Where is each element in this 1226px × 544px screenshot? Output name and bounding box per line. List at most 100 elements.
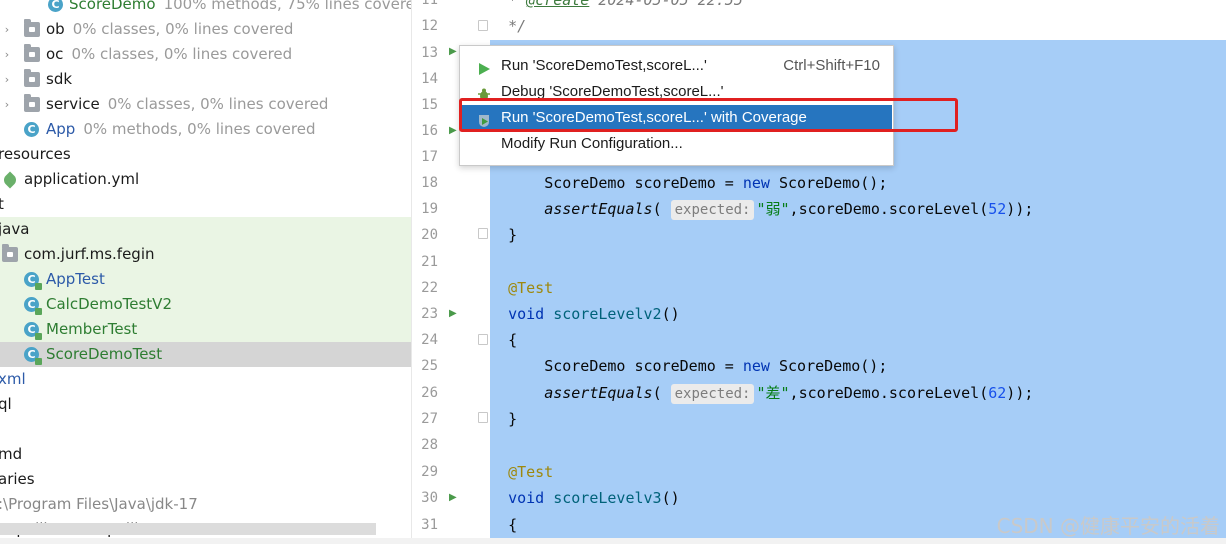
annotation-token: @Test: [508, 279, 554, 297]
tree-item-label: :\Program Files\Java\jdk-17: [0, 495, 198, 513]
comment-end: */: [508, 17, 527, 35]
line-number: 28: [421, 437, 438, 453]
method-name-token: scoreLevelv2: [553, 305, 662, 323]
coverage-text: 0% classes, 0% lines covered: [72, 20, 294, 38]
chevron-right-icon[interactable]: ›: [2, 67, 12, 92]
tree-item-label: java: [0, 220, 30, 238]
code-token: }: [508, 226, 518, 244]
line-number: 22: [421, 280, 438, 296]
line-number: 11: [421, 0, 438, 8]
tree-item-label: application.yml: [24, 170, 140, 188]
string-token: "差": [756, 384, 790, 402]
line-number: 30: [421, 490, 438, 506]
tree-item-t[interactable]: t: [0, 192, 411, 217]
menu-item-run[interactable]: Run 'ScoreDemoTest,scoreL...' Ctrl+Shift…: [461, 53, 892, 79]
tree-item-libraries[interactable]: aries: [0, 467, 411, 492]
run-gutter-icon[interactable]: [447, 307, 461, 321]
tree-item-resources[interactable]: resources: [0, 142, 411, 167]
tree-item-label: t: [0, 192, 4, 217]
code-token: {: [508, 331, 518, 349]
tree-item-scoredemo[interactable]: C ScoreDemo 100% methods, 75% lines cover…: [0, 0, 411, 17]
menu-item-modify-run-config[interactable]: Modify Run Configuration...: [461, 131, 892, 157]
parameter-hint: expected:: [670, 384, 755, 404]
code-line-11: * @create 2024-05-05 22:55: [490, 0, 743, 13]
code-line-27: }: [490, 406, 517, 432]
fold-marker-icon[interactable]: [478, 228, 488, 239]
tree-item-label: MemberTest: [46, 320, 138, 338]
line-number: 20: [421, 227, 438, 243]
fold-marker-icon[interactable]: [478, 412, 488, 423]
tree-item-apptest[interactable]: C AppTest: [0, 267, 411, 292]
yaml-icon: [1, 171, 19, 189]
class-icon: C: [48, 0, 63, 12]
code-token: {: [508, 516, 518, 534]
keyword-token: void: [508, 489, 545, 507]
tree-item-label: ql: [0, 395, 12, 413]
tree-item-md[interactable]: md: [0, 442, 411, 467]
tree-item-application-yml[interactable]: application.yml: [0, 167, 411, 192]
chevron-right-icon[interactable]: ›: [2, 92, 12, 117]
class-icon: C: [24, 122, 39, 137]
chevron-right-icon[interactable]: ›: [2, 17, 12, 42]
code-token: ,scoreDemo.scoreLevel(: [789, 200, 989, 218]
folder-icon: [24, 94, 40, 112]
tree-item-label: com.jurf.ms.fegin: [24, 245, 155, 263]
annotation-token: @Test: [508, 463, 554, 481]
test-class-icon: C: [24, 347, 42, 365]
doc-tag: @create: [526, 0, 590, 9]
tree-item-ql[interactable]: ql: [0, 392, 411, 417]
code-token: ScoreDemo scoreDemo =: [544, 174, 743, 192]
run-gutter-icon[interactable]: [447, 491, 461, 505]
code-token: ));: [1006, 384, 1034, 402]
tree-item-oc[interactable]: › oc 0% classes, 0% lines covered: [0, 42, 411, 67]
menu-item-label: Modify Run Configuration...: [501, 135, 683, 152]
line-number: 18: [421, 175, 438, 191]
code-token: ));: [1006, 200, 1034, 218]
line-number: 19: [421, 201, 438, 217]
tree-item-label: CalcDemoTestV2: [46, 295, 172, 313]
tree-item-java[interactable]: java: [0, 217, 411, 242]
code-line-30: void scoreLevelv3(): [490, 485, 680, 511]
test-class-icon: C: [24, 297, 42, 315]
tree-item-label: xml: [0, 370, 26, 388]
tree-item-sdk[interactable]: › sdk: [0, 67, 411, 92]
coverage-text: 0% methods, 0% lines covered: [83, 120, 316, 138]
tree-item-app[interactable]: C App 0% methods, 0% lines covered: [0, 117, 411, 142]
code-token: ScoreDemo scoreDemo =: [544, 357, 743, 375]
tree-item-label: md: [0, 445, 23, 463]
keyword-token: new: [742, 357, 770, 375]
line-number: 14: [421, 71, 438, 87]
line-number: 21: [421, 254, 438, 270]
tree-item-service[interactable]: › service 0% classes, 0% lines covered: [0, 92, 411, 117]
line-number: 24: [421, 332, 438, 348]
tree-item-label: aries: [0, 470, 35, 488]
parameter-hint: expected:: [670, 200, 755, 220]
tree-item-ob[interactable]: › ob 0% classes, 0% lines covered: [0, 17, 411, 42]
doc-text: 2024-05-05 22:55: [589, 0, 743, 9]
tree-item-label: App: [46, 120, 76, 138]
line-number: 29: [421, 464, 438, 480]
fold-marker-icon[interactable]: [478, 20, 488, 31]
line-number: 25: [421, 358, 438, 374]
tree-item-label: oc: [46, 45, 64, 63]
tree-item-membertest[interactable]: C MemberTest: [0, 317, 411, 342]
tree-item-jdk[interactable]: :\Program Files\Java\jdk-17: [0, 492, 411, 517]
tree-item-scoredemotest[interactable]: C ScoreDemoTest: [0, 342, 411, 367]
horizontal-scrollbar[interactable]: [0, 523, 376, 535]
code-line-25: ScoreDemo scoreDemo = new ScoreDemo();: [490, 353, 887, 379]
tree-item-package[interactable]: com.jurf.ms.fegin: [0, 242, 411, 267]
menu-item-label: Run 'ScoreDemoTest,scoreL...': [501, 57, 707, 74]
fold-marker-icon[interactable]: [478, 334, 488, 345]
tree-item-calcdemotestv2[interactable]: C CalcDemoTestV2: [0, 292, 411, 317]
test-class-icon: C: [24, 272, 42, 290]
tree-item-xml[interactable]: xml: [0, 367, 411, 392]
test-class-icon: C: [24, 322, 42, 340]
coverage-text: 0% classes, 0% lines covered: [71, 45, 293, 63]
code-line-31: {: [490, 512, 517, 538]
line-number: 27: [421, 411, 438, 427]
code-line-29: @Test: [490, 459, 553, 485]
tree-item-label: service: [46, 95, 100, 113]
chevron-right-icon[interactable]: ›: [2, 42, 12, 67]
tree-item-label: ScoreDemo: [69, 0, 156, 13]
number-token: 62: [988, 384, 1007, 402]
